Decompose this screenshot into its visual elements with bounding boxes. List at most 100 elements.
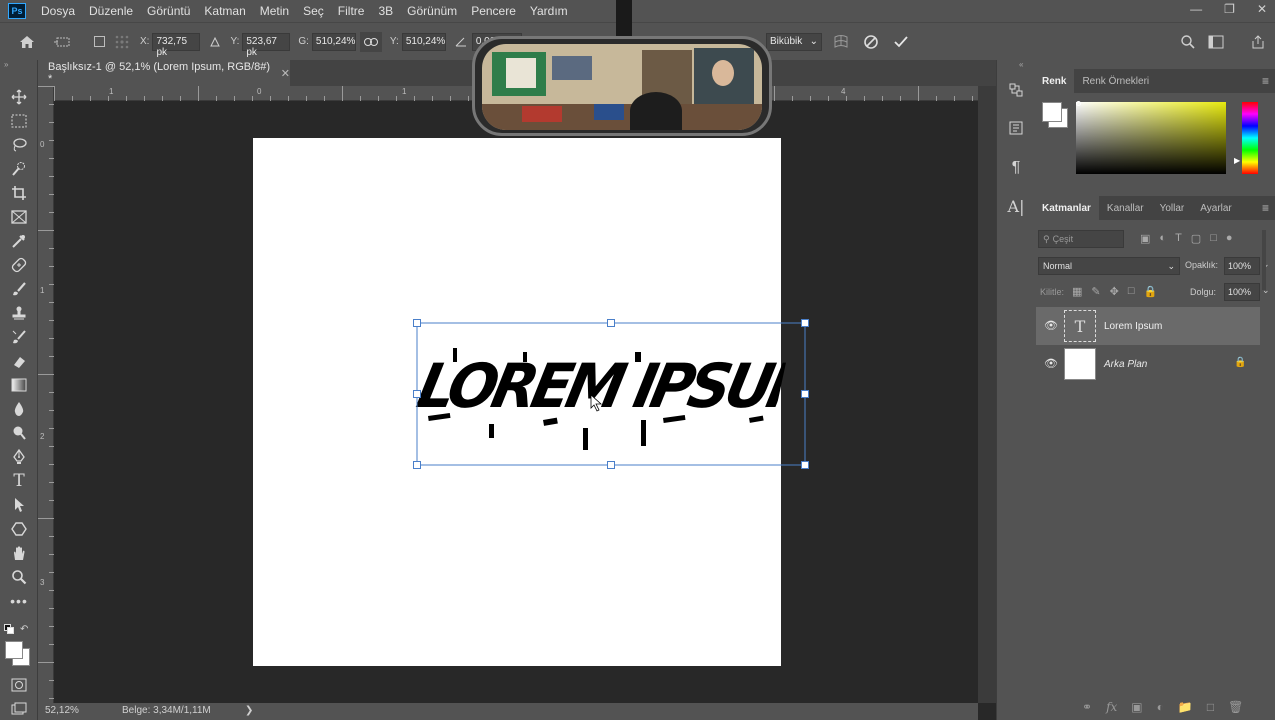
gradient-tool-icon[interactable]: [7, 374, 31, 396]
filter-smart-object-icon[interactable]: □: [1210, 232, 1217, 245]
history-brush-tool-icon[interactable]: [7, 326, 31, 348]
lock-image-icon[interactable]: ✎: [1091, 285, 1100, 298]
pen-tool-icon[interactable]: [7, 446, 31, 468]
hue-slider-marker-icon[interactable]: ▶: [1234, 156, 1240, 165]
layer-filter-search[interactable]: ⚲ Çeşit: [1038, 230, 1124, 248]
filter-toggle-icon[interactable]: ●: [1226, 232, 1233, 245]
tab-renk[interactable]: Renk: [1034, 69, 1075, 93]
marquee-tool-icon[interactable]: [7, 110, 31, 132]
eyedropper-tool-icon[interactable]: [7, 230, 31, 252]
new-group-icon[interactable]: 📁: [1178, 700, 1193, 714]
layer-row-arka-plan[interactable]: 👁 Arka Plan 🔒: [1036, 345, 1260, 383]
menu-duzenle[interactable]: Düzenle: [82, 4, 140, 18]
reference-point-checkbox[interactable]: [92, 36, 106, 47]
filter-type-icon[interactable]: T: [1175, 232, 1182, 245]
filter-shape-icon[interactable]: ▢: [1191, 232, 1201, 245]
commit-transform-icon[interactable]: [892, 33, 910, 51]
opacity-field[interactable]: 100%: [1224, 257, 1260, 275]
interpolation-select[interactable]: Bikübik ⌄: [766, 33, 822, 51]
eye-icon[interactable]: 👁: [1044, 357, 1058, 370]
transform-handle[interactable]: [413, 390, 421, 398]
type-tool-icon[interactable]: T: [7, 470, 31, 492]
transform-handle[interactable]: [801, 390, 809, 398]
status-menu-arrow-icon[interactable]: ❯: [245, 705, 253, 716]
x-field[interactable]: 732,75 pk: [152, 32, 201, 58]
reference-point-grid-icon[interactable]: [112, 34, 132, 50]
tab-katmanlar[interactable]: Katmanlar: [1034, 196, 1099, 220]
transform-handle[interactable]: [801, 319, 809, 327]
dodge-tool-icon[interactable]: [7, 422, 31, 444]
blur-tool-icon[interactable]: [7, 398, 31, 420]
hand-tool-icon[interactable]: [7, 542, 31, 564]
home-icon[interactable]: [14, 35, 40, 49]
menu-metin[interactable]: Metin: [253, 4, 296, 18]
restore-icon[interactable]: ❐: [1224, 2, 1235, 16]
properties-panel-icon[interactable]: [1004, 116, 1028, 140]
fill-field[interactable]: 100%: [1224, 283, 1260, 301]
minimize-icon[interactable]: —: [1190, 2, 1202, 16]
filter-adjustment-icon[interactable]: ◐: [1159, 232, 1166, 245]
panel-menu-icon[interactable]: ≡: [1262, 201, 1269, 215]
lock-all-icon[interactable]: 🔒: [1144, 285, 1158, 298]
share-icon[interactable]: [1249, 33, 1267, 51]
menu-katman[interactable]: Katman: [197, 4, 252, 18]
tab-yollar[interactable]: Yollar: [1152, 196, 1193, 220]
new-layer-icon[interactable]: □: [1207, 700, 1214, 714]
transform-handle[interactable]: [413, 319, 421, 327]
move-tool-icon[interactable]: [7, 86, 31, 108]
character-panel-icon[interactable]: A|: [1004, 194, 1028, 218]
collapse-arrows-icon[interactable]: «: [1019, 60, 1023, 69]
lock-artboard-icon[interactable]: □: [1128, 285, 1135, 298]
eye-icon[interactable]: 👁: [1044, 319, 1058, 332]
paragraph-panel-icon[interactable]: ¶: [1004, 156, 1028, 180]
crop-tool-icon[interactable]: [7, 182, 31, 204]
y-field[interactable]: 523,67 pk: [242, 32, 291, 58]
color-field[interactable]: [1076, 102, 1226, 174]
height-field[interactable]: 510,24%: [401, 32, 446, 51]
tab-renk-ornekleri[interactable]: Renk Örnekleri: [1074, 69, 1157, 93]
tab-close-icon[interactable]: ✕: [281, 67, 290, 80]
more-tools-icon[interactable]: •••: [7, 590, 31, 612]
healing-brush-tool-icon[interactable]: [7, 254, 31, 276]
menu-gorunum[interactable]: Görünüm: [400, 4, 464, 18]
delete-layer-icon[interactable]: 🗑: [1228, 700, 1243, 714]
adjustment-layer-icon[interactable]: ◐: [1157, 700, 1164, 714]
lasso-tool-icon[interactable]: [7, 134, 31, 156]
layer-name[interactable]: Arka Plan: [1104, 359, 1147, 370]
eraser-tool-icon[interactable]: [7, 350, 31, 372]
blend-mode-select[interactable]: Normal ⌄: [1038, 257, 1180, 275]
history-panel-icon[interactable]: [1004, 78, 1028, 102]
fx-icon[interactable]: fx: [1106, 700, 1117, 714]
link-layers-icon[interactable]: ⚭: [1082, 700, 1092, 714]
filter-pixel-icon[interactable]: ▣: [1140, 232, 1150, 245]
search-icon[interactable]: [1179, 33, 1197, 51]
menu-filtre[interactable]: Filtre: [331, 4, 372, 18]
transform-handle[interactable]: [607, 319, 615, 327]
quick-selection-tool-icon[interactable]: [7, 158, 31, 180]
layer-row-lorem-ipsum[interactable]: 👁 T Lorem Ipsum: [1036, 307, 1260, 345]
color-picker-marker[interactable]: [1076, 101, 1081, 106]
panel-foreground-swatch[interactable]: [1042, 102, 1062, 122]
foreground-color-swatch[interactable]: [5, 641, 23, 659]
warp-mode-icon[interactable]: [832, 33, 850, 51]
screen-mode-icon[interactable]: [7, 698, 31, 720]
transform-bounding-box[interactable]: [410, 316, 814, 472]
add-mask-icon[interactable]: ▣: [1131, 700, 1142, 714]
menu-goruntu[interactable]: Görüntü: [140, 4, 197, 18]
cancel-transform-icon[interactable]: [862, 33, 880, 51]
link-aspect-icon[interactable]: [359, 31, 382, 52]
default-colors-icon[interactable]: [4, 624, 14, 637]
tab-kanallar[interactable]: Kanallar: [1099, 196, 1152, 220]
shape-tool-icon[interactable]: [7, 518, 31, 540]
close-icon[interactable]: ✕: [1257, 2, 1267, 16]
lock-transparent-icon[interactable]: ▦: [1072, 285, 1082, 298]
transform-handle[interactable]: [413, 461, 421, 469]
layers-scrollbar[interactable]: [1262, 230, 1266, 290]
brush-tool-icon[interactable]: [7, 278, 31, 300]
menu-3b[interactable]: 3B: [371, 4, 400, 18]
vertical-scrollbar[interactable]: [978, 86, 996, 703]
layer-name[interactable]: Lorem Ipsum: [1104, 321, 1162, 332]
menu-dosya[interactable]: Dosya: [34, 4, 82, 18]
transform-handle[interactable]: [607, 461, 615, 469]
swap-colors-icon[interactable]: ↶: [20, 624, 28, 635]
